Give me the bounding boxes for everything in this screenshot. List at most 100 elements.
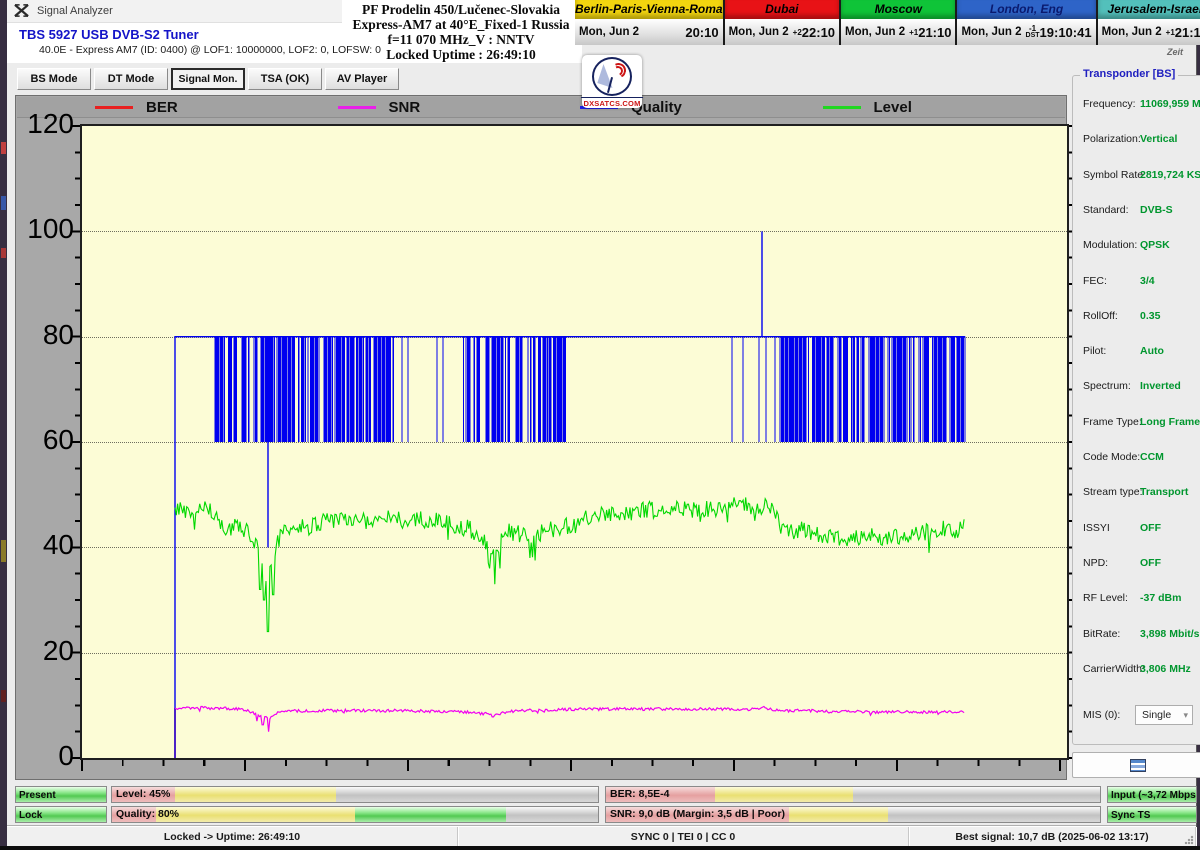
lock-badge: Lock	[15, 806, 107, 823]
clock-date: Mon, Jun 2	[845, 26, 905, 38]
window-title: Signal Analyzer	[37, 5, 113, 17]
bar-label: BER: 8,5E-4	[610, 787, 670, 802]
resize-grip[interactable]	[1184, 835, 1194, 845]
clock-offset: -1DST	[1026, 25, 1040, 39]
bar-label: SNR: 9,0 dB (Margin: 3,5 dB | Poor)	[610, 807, 785, 822]
tab-dt-mode[interactable]: DT Mode	[94, 68, 168, 90]
transponder-title: Transponder [BS]	[1080, 68, 1178, 80]
transport-info-button[interactable]	[1072, 752, 1200, 778]
clock-city: Berlin-Paris-Vienna-Roma	[575, 0, 723, 19]
snr-trace	[175, 707, 964, 732]
ber-bar: BER: 8,5E-4	[605, 786, 1101, 803]
transponder-value: 0.35	[1140, 310, 1160, 322]
clock-time-row: Mon, Jun 220:10	[575, 19, 723, 45]
bar-segment-yellow	[156, 807, 355, 822]
tab-tsa-ok-[interactable]: TSA (OK)	[248, 68, 322, 90]
snr-bar: SNR: 9,0 dB (Margin: 3,5 dB | Poor)	[605, 806, 1101, 823]
clock-time: 21:10	[1175, 25, 1200, 40]
clock-date: Mon, Jun 2	[961, 26, 1021, 38]
transponder-row: Spectrum:Inverted	[1073, 376, 1200, 396]
tab-bs-mode[interactable]: BS Mode	[17, 68, 91, 90]
transponder-value: 3,806 MHz	[1140, 663, 1191, 675]
transponder-value: Vertical	[1140, 133, 1177, 145]
header-notes: PF Prodelin 450/Lučenec-Slovakia Express…	[340, 2, 582, 62]
desktop-speck	[1, 142, 6, 154]
logo-text: DXSATCS.COM	[581, 97, 642, 108]
quality-bar: Quality: 80%	[111, 806, 599, 823]
list-panel-icon	[1130, 759, 1146, 772]
clock-city: Moscow	[841, 0, 955, 19]
desktop-speck	[1, 196, 6, 210]
transponder-row: BitRate:3,898 Mbit/s	[1073, 624, 1200, 644]
transponder-row: Code Mode:CCM	[1073, 447, 1200, 467]
clock-time: 22:10	[802, 25, 835, 40]
sync-ts-badge: Sync TS	[1107, 806, 1197, 823]
bar-label: Quality: 80%	[116, 807, 179, 822]
mis-select[interactable]: Single ▾	[1135, 705, 1193, 725]
y-tick-label: 40	[18, 530, 74, 560]
status-row-2: Lock Quality: 80% SNR: 9,0 dB (Margin: 3…	[7, 806, 1196, 823]
legend-line-sample	[95, 106, 133, 109]
clock-dubai: DubaiMon, Jun 2+222:10	[725, 0, 841, 45]
tab-av-player[interactable]: AV Player	[325, 68, 399, 90]
clock-jerusalem-israel: Jerusalem-IsraelMon, Jun 2+121:10	[1098, 0, 1200, 45]
y-tick-label: 100	[18, 214, 74, 244]
clock-date: Mon, Jun 2	[729, 26, 789, 38]
transponder-row: Standard:DVB-S	[1073, 200, 1200, 220]
legend-item-ber: BER	[95, 99, 338, 116]
note-line: f=11 070 MHz_V : NNTV	[340, 32, 582, 47]
transponder-value: CCM	[1140, 451, 1164, 463]
clock-time-row: Mon, Jun 2 -1DST19:10:41	[957, 19, 1095, 45]
transponder-row: NPD:OFF	[1073, 553, 1200, 573]
legend-line-sample	[338, 106, 376, 109]
clock-offset: +1	[909, 29, 918, 36]
tuner-name: TBS 5927 USB DVB-S2 Tuner	[19, 27, 199, 42]
present-badge: Present	[15, 786, 107, 803]
clock-time: 20:10	[685, 25, 718, 40]
transponder-value: 11069,959 MHz	[1140, 98, 1200, 110]
transponder-label: ISSYI	[1083, 522, 1110, 534]
desktop-edge	[0, 846, 1200, 850]
input-badge: Input (~3,72 Mbps)	[1107, 786, 1197, 803]
plot-area	[80, 124, 1069, 760]
transponder-row: FEC:3/4	[1073, 271, 1200, 291]
transponder-row: CarrierWidth:3,806 MHz	[1073, 659, 1200, 679]
transponder-label: RollOff:	[1083, 310, 1118, 322]
transponder-value: Long Frame	[1140, 416, 1200, 428]
transponder-label: NPD:	[1083, 557, 1108, 569]
transponder-value: QPSK	[1140, 239, 1170, 251]
desktop-speck	[1, 540, 6, 562]
transponder-label: Spectrum:	[1083, 380, 1131, 392]
legend-item-level: Level	[823, 99, 1066, 116]
legend-label: Level	[874, 99, 912, 116]
signal-chart-panel: BERSNRQualityLevel 020406080100120	[15, 95, 1067, 780]
clock-time: 19:10:41	[1040, 25, 1092, 40]
mis-row: MIS (0): Single ▾	[1073, 704, 1200, 726]
mode-tab-bar: BS ModeDT ModeSignal Mon.TSA (OK)AV Play…	[17, 68, 399, 90]
quality-trace	[175, 231, 965, 758]
mis-selected-value: Single	[1142, 709, 1171, 721]
clock-time-row: Mon, Jun 2+121:10	[1098, 19, 1200, 45]
status-best-signal: Best signal: 10,7 dB (2025-06-02 13:17)	[909, 827, 1196, 847]
y-tick-label: 20	[18, 636, 74, 666]
transponder-row: Frequency: 11069,959 MHz	[1073, 94, 1200, 114]
transponder-row: ISSYIOFF	[1073, 518, 1200, 538]
clock-city: Jerusalem-Israel	[1098, 0, 1200, 19]
transponder-label: Polarization:	[1083, 133, 1141, 145]
tab-signal-mon-[interactable]: Signal Mon.	[171, 68, 245, 90]
app-icon	[14, 4, 29, 18]
clock-city: London, Eng	[957, 0, 1095, 19]
clock-watermark: Zeit	[1167, 47, 1183, 57]
transponder-label: RF Level:	[1083, 592, 1128, 604]
clock-moscow: MoscowMon, Jun 2+121:10	[841, 0, 957, 45]
transponder-row: Pilot:Auto	[1073, 341, 1200, 361]
transponder-row: Frame Type:Long Frame	[1073, 412, 1200, 432]
transponder-label: Frequency:	[1083, 98, 1136, 110]
transponder-row: Stream type:Transport	[1073, 482, 1200, 502]
clock-city: Dubai	[725, 0, 839, 19]
level-bar: Level: 45%	[111, 786, 599, 803]
clock-date: Mon, Jun 2	[1102, 26, 1162, 38]
clock-offset-note: DST	[1026, 32, 1040, 39]
y-tick-label: 120	[18, 109, 74, 139]
transponder-value: -37 dBm	[1140, 592, 1181, 604]
